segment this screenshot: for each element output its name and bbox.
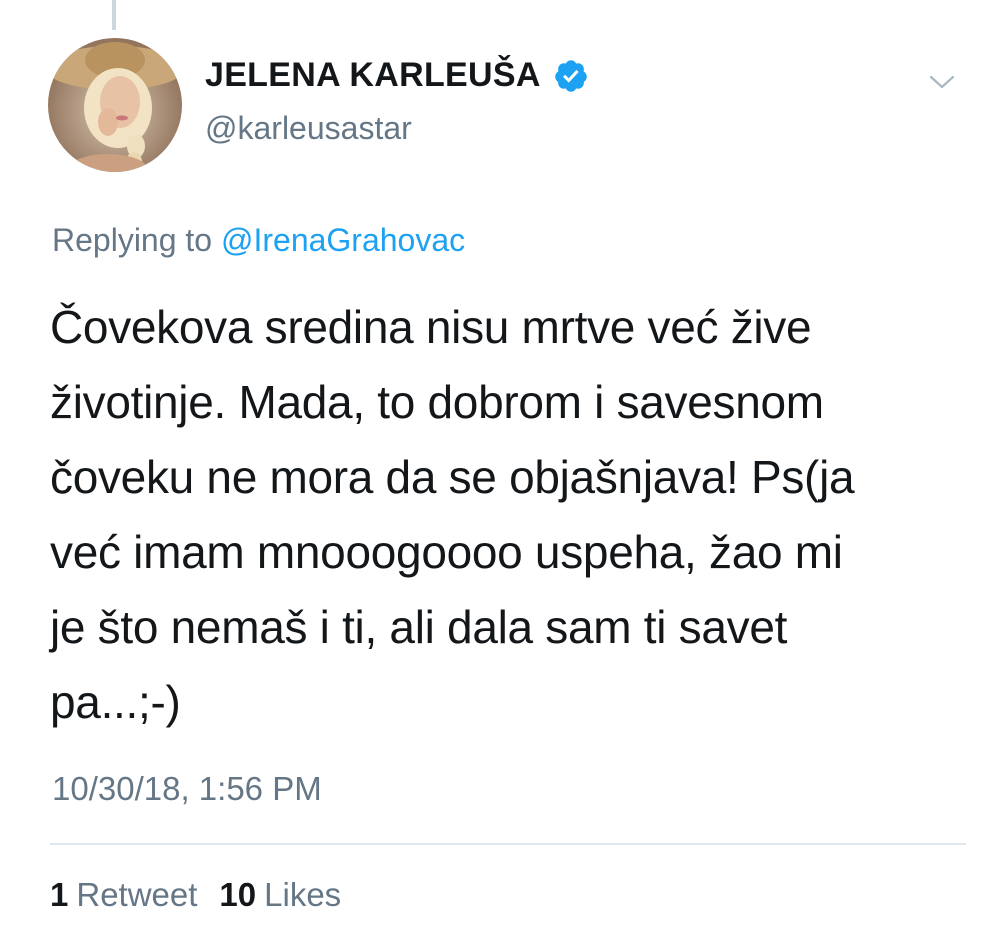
author-handle[interactable]: @karleusastar	[205, 110, 412, 147]
tweet-text-line: pa...;-)	[50, 676, 181, 728]
likes-count: 10	[219, 876, 257, 913]
retweets-count: 1	[50, 876, 69, 913]
verified-badge-icon	[553, 58, 589, 94]
tweet-timestamp[interactable]: 10/30/18, 1:56 PM	[52, 770, 322, 808]
likes-label: Likes	[264, 876, 342, 913]
replying-to-label: Replying to	[52, 222, 221, 258]
thread-connector-line	[112, 0, 116, 30]
tweet-text-line: životinje. Mada, to dobrom i savesnom	[50, 376, 824, 428]
reply-mention-link[interactable]: @IrenaGrahovac	[221, 222, 465, 258]
likes-stat[interactable]: 10 Likes	[219, 876, 341, 914]
tweet-text-line: je što nemaš i ti, ali dala sam ti savet	[50, 601, 788, 653]
retweets-label: Retweet	[76, 876, 198, 913]
chevron-down-icon[interactable]	[928, 72, 956, 92]
tweet-text-line: Čovekova sredina nisu mrtve već žive	[50, 301, 812, 353]
tweet-text-line: čoveku ne mora da se objašnjava! Ps(ja	[50, 451, 855, 503]
avatar[interactable]	[48, 38, 182, 172]
replying-to-line: Replying to @IrenaGrahovac	[52, 222, 465, 259]
display-name[interactable]: JELENA KARLEUŠA	[205, 56, 541, 95]
tweet-text: Čovekova sredina nisu mrtve već žive živ…	[50, 290, 950, 740]
author-name-row: JELENA KARLEUŠA	[205, 56, 589, 95]
tweet-text-line: već imam mnooogoooo uspeha, žao mi	[50, 526, 843, 578]
retweets-stat[interactable]: 1 Retweet	[50, 876, 197, 914]
tweet-stats: 1 Retweet 10 Likes	[50, 876, 341, 914]
divider	[50, 843, 966, 845]
avatar-image	[48, 38, 182, 172]
